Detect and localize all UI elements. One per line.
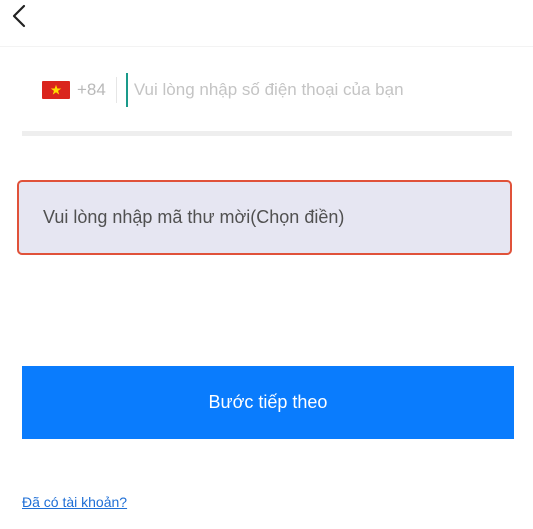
phone-number-input[interactable] [125,73,512,107]
invite-code-field[interactable] [17,180,512,255]
country-code[interactable]: +84 [77,80,106,100]
header-divider [0,46,533,47]
back-button[interactable] [12,2,48,34]
register-screen: +84 Bước tiếp theo Đã có tài khoản? [0,0,533,529]
next-step-button[interactable]: Bước tiếp theo [22,366,514,439]
phone-field-row: +84 [42,72,512,108]
chevron-left-icon [12,4,26,33]
vietnam-flag-icon[interactable] [42,81,70,99]
country-code-divider [115,77,117,103]
existing-account-link[interactable]: Đã có tài khoản? [22,494,127,510]
invite-code-input[interactable] [19,181,510,254]
phone-field-underline [22,131,512,136]
